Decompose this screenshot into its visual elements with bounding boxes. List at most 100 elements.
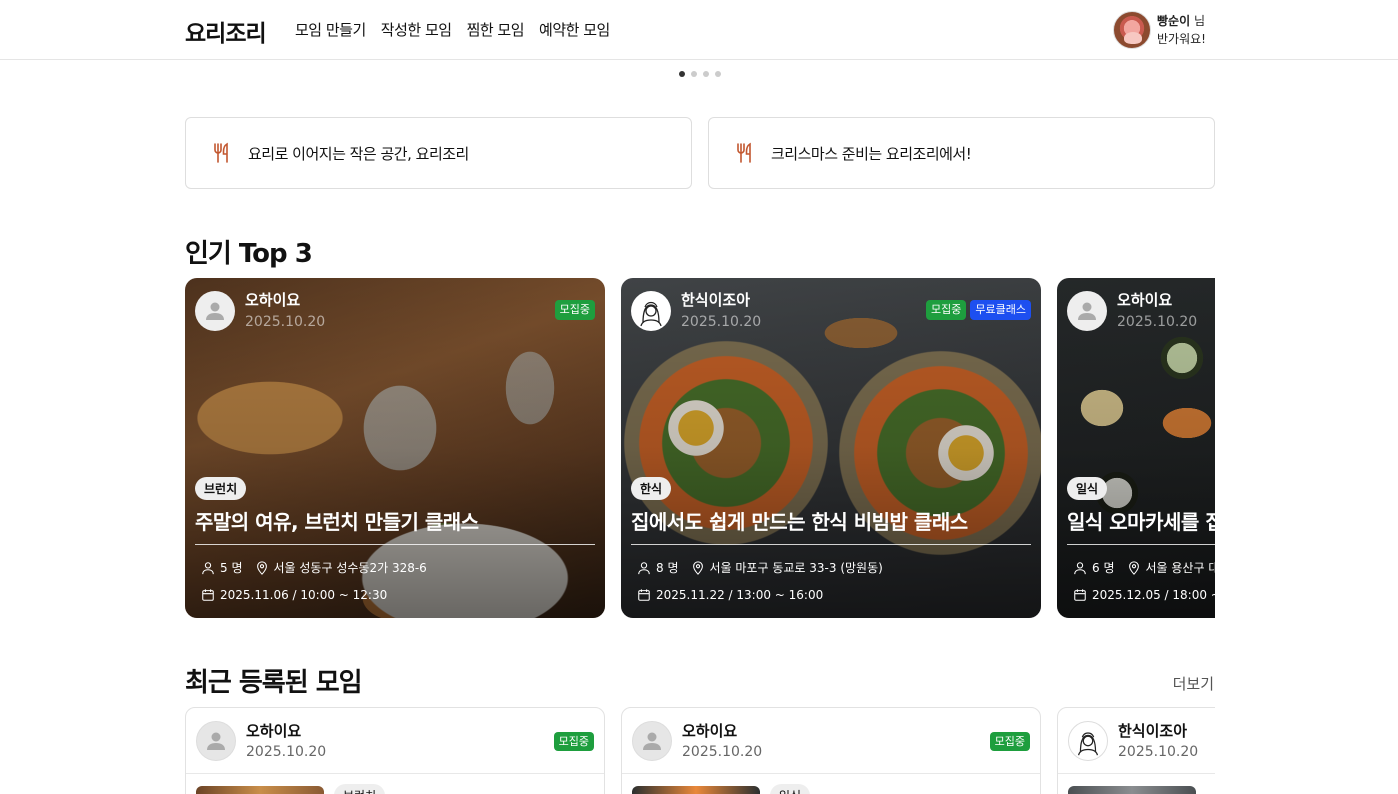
category-tag: 한식: [631, 477, 672, 500]
carousel-dot[interactable]: [703, 71, 709, 77]
people-count: 6 명: [1092, 561, 1115, 575]
user-name: 빵순이: [1157, 14, 1191, 28]
notice-card[interactable]: 요리로 이어지는 작은 공간, 요리조리: [185, 117, 692, 189]
nav-reserved-meetings[interactable]: 예약한 모임: [539, 19, 610, 40]
host-name: 한식이조아: [681, 291, 751, 309]
host-name: 오하이요: [682, 722, 738, 740]
category-tag: 브런치: [334, 784, 386, 794]
status-badges: 모집중 무료클래스: [926, 300, 1031, 320]
divider: [622, 773, 1040, 774]
status-badges: 모집중: [554, 300, 595, 320]
nav-liked-meetings[interactable]: 찜한 모임: [467, 19, 525, 40]
top-meeting-card[interactable]: 한식이조아 2025.10.20 모집중 무료클래스 한식 집에서도 쉽게 만드…: [621, 278, 1041, 618]
calendar-icon: [1074, 589, 1086, 601]
schedule-text: 2025.11.22 / 13:00 ~ 16:00: [656, 588, 824, 602]
person-icon: [638, 561, 650, 574]
location-text: 서울 성동구 성수동2가 328-6: [273, 561, 427, 575]
illustrated-avatar-icon: [1077, 732, 1099, 756]
divider: [186, 773, 604, 774]
status-badge: 모집중: [926, 300, 967, 320]
top-header: 요리조리 모임 만들기 작성한 모임 찜한 모임 예약한 모임 빵순이 님 반가…: [0, 0, 1398, 60]
location-pin-icon: [692, 560, 703, 575]
location-pin-icon: [1128, 560, 1139, 575]
host-avatar: [196, 721, 236, 761]
host-avatar: [195, 291, 235, 331]
card-thumbnail: [1068, 786, 1196, 794]
section-title-recent: 최근 등록된 모임: [185, 668, 363, 698]
meeting-schedule: 2025.11.22 / 13:00 ~ 16:00: [637, 588, 823, 602]
status-badge: 모집중: [553, 732, 594, 751]
user-menu[interactable]: 빵순이 님 반가워요!: [1113, 11, 1206, 49]
schedule-text: 2025.12.05 / 18:00 ~ 21: [1092, 588, 1215, 602]
user-avatar[interactable]: [1113, 11, 1151, 49]
card-thumbnail: [632, 786, 760, 794]
status-badge: 모집중: [989, 732, 1030, 751]
user-suffix: 님: [1193, 14, 1205, 28]
post-date: 2025.10.20: [682, 744, 763, 760]
person-icon: [1078, 302, 1096, 320]
notice-text: 크리스마스 준비는 요리조리에서!: [771, 144, 972, 163]
carousel-dot[interactable]: [715, 71, 721, 77]
meeting-schedule: 2025.12.05 / 18:00 ~ 21: [1073, 588, 1215, 602]
meeting-title: 주말의 여유, 브런치 만들기 클래스: [195, 510, 479, 534]
nav-my-meetings[interactable]: 작성한 모임: [381, 19, 452, 40]
post-date: 2025.10.20: [1118, 744, 1199, 760]
illustrated-avatar-icon: [640, 301, 662, 327]
utensils-icon: [737, 142, 751, 163]
divider: [195, 544, 595, 545]
recent-meeting-card[interactable]: 오하이요 2025.10.20 모집중 브런치: [185, 707, 605, 794]
schedule-text: 2025.11.06 / 10:00 ~ 12:30: [220, 588, 388, 602]
calendar-icon: [638, 589, 650, 601]
utensils-icon: [214, 142, 228, 163]
person-icon: [207, 732, 225, 750]
carousel-dots: [679, 71, 721, 77]
post-date: 2025.10.20: [245, 314, 326, 330]
host-name: 오하이요: [1117, 291, 1173, 309]
notice-card[interactable]: 크리스마스 준비는 요리조리에서!: [708, 117, 1215, 189]
people-count: 5 명: [220, 561, 243, 575]
logo[interactable]: 요리조리: [185, 14, 267, 48]
recent-meeting-card[interactable]: 오하이요 2025.10.20 모집중 일식: [621, 707, 1041, 794]
location-text: 서울 용산구 대: [1145, 561, 1216, 575]
post-date: 2025.10.20: [681, 314, 762, 330]
section-title-top3: 인기 Top 3: [185, 239, 313, 269]
card-thumbnail: [196, 786, 324, 794]
divider: [631, 544, 1031, 545]
free-class-badge: 무료클래스: [970, 300, 1031, 320]
person-icon: [206, 302, 224, 320]
meeting-meta: 8 명 서울 마포구 동교로 33-3 (망원동): [637, 559, 883, 576]
nav-create-meeting[interactable]: 모임 만들기: [295, 19, 366, 40]
host-avatar: [632, 721, 672, 761]
divider: [1067, 544, 1215, 545]
host-avatar: [631, 291, 671, 331]
carousel-dot[interactable]: [691, 71, 697, 77]
more-link[interactable]: 더보기: [1173, 673, 1214, 694]
recent-meeting-card[interactable]: 한식이조아 2025.10.20: [1057, 707, 1215, 794]
host-name: 오하이요: [245, 291, 301, 309]
host-avatar: [1067, 291, 1107, 331]
recent-carousel: 오하이요 2025.10.20 모집중 브런치 오하이요 2025.10.20 …: [185, 707, 1215, 794]
main-nav: 모임 만들기 작성한 모임 찜한 모임 예약한 모임: [295, 19, 610, 40]
status-badge: 모집중: [554, 300, 595, 320]
top-meeting-card[interactable]: 오하이요 2025.10.20 모집중 브런치 주말의 여유, 브런치 만들기 …: [185, 278, 605, 618]
carousel-dot[interactable]: [679, 71, 685, 77]
calendar-icon: [202, 589, 214, 601]
category-tag: 일식: [770, 784, 811, 794]
meeting-schedule: 2025.11.06 / 10:00 ~ 12:30: [201, 588, 387, 602]
user-greeting: 빵순이 님 반가워요!: [1157, 12, 1206, 48]
location-text: 서울 마포구 동교로 33-3 (망원동): [709, 561, 883, 575]
top-meeting-card[interactable]: 오하이요 2025.10.20 일식 일식 오마카세를 집에서 6 명 서울 용…: [1057, 278, 1215, 618]
top3-carousel: 오하이요 2025.10.20 모집중 브런치 주말의 여유, 브런치 만들기 …: [185, 278, 1215, 618]
meeting-title: 일식 오마카세를 집에서: [1067, 510, 1215, 534]
greeting-text: 반가워요!: [1157, 32, 1206, 46]
post-date: 2025.10.20: [246, 744, 327, 760]
meeting-meta: 6 명 서울 용산구 대: [1073, 559, 1215, 576]
category-tag: 브런치: [195, 477, 247, 500]
person-icon: [643, 732, 661, 750]
notice-text: 요리로 이어지는 작은 공간, 요리조리: [248, 144, 469, 163]
host-name: 오하이요: [246, 722, 302, 740]
host-avatar: [1068, 721, 1108, 761]
person-icon: [1074, 561, 1086, 574]
host-name: 한식이조아: [1118, 722, 1188, 740]
location-pin-icon: [256, 560, 267, 575]
